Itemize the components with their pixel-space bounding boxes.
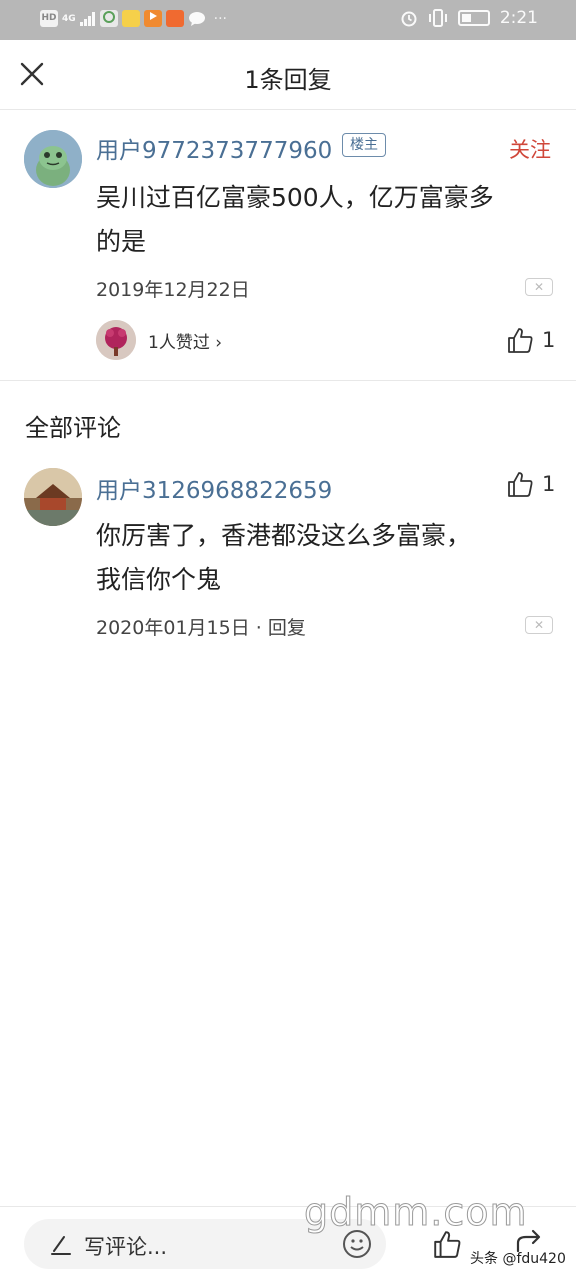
comment-date-reply[interactable]: 2020年01月15日 · 回复 [96,613,306,640]
pen-icon [51,1236,71,1255]
hd-indicator: HD [40,10,58,27]
dismiss-icon[interactable]: ✕ [525,616,553,634]
alarm-icon [401,11,417,27]
thumbs-up-icon[interactable] [506,470,534,498]
signal-icon [79,11,95,26]
vibrate-icon [428,9,447,27]
page-title: 1条回复 [244,66,332,94]
comment-like-count: 1 [542,472,556,496]
battery-icon [457,10,490,26]
like-button[interactable]: 1 [506,326,555,354]
avatar[interactable] [24,130,82,188]
reply-content-line: 吴川过百亿富豪500人，亿万富豪多 [96,183,494,212]
more-notifications: ··· [213,10,228,27]
source-credit: 头条 @fdu420 [470,1251,566,1267]
status-left-icons: HD 4G ··· [40,10,227,27]
comment-content: 你厉害了，香港都没这么多富豪， 我信你个鬼 [96,514,556,602]
status-bar: HD 4G ··· 2:21 [0,0,576,40]
reply-content-line: 的是 [96,227,147,256]
like-count: 1 [542,328,556,352]
thumbs-up-icon[interactable] [506,326,534,354]
network-type: 4G [62,13,76,24]
comment-username[interactable]: 用户3126968822659 [96,471,332,505]
header: 1条回复 [0,40,576,110]
owner-badge: 楼主 [342,133,386,157]
clock: 2:21 [499,8,538,28]
app-notification-icon [165,10,184,27]
avatar[interactable] [24,468,82,526]
comment-content-line: 你厉害了，香港都没这么多富豪， [96,521,472,550]
reply-content: 吴川过百亿富豪500人，亿万富豪多 的是 [96,176,556,264]
section-title: 全部评论 [25,414,121,442]
liker-avatar[interactable] [96,320,136,360]
follow-button[interactable]: 关注 [509,134,551,164]
status-right-icons: 2:21 [400,8,538,28]
divider [0,380,576,381]
watermark-text: gdmm.com [304,1190,528,1235]
chat-icon [188,11,205,26]
write-comment-placeholder: 写评论... [84,1235,168,1259]
reply-date: 2019年12月22日 [96,279,250,301]
app-notification-icon [99,10,118,27]
comment-content-line: 我信你个鬼 [96,565,222,594]
reply-username[interactable]: 用户9772373777960 [96,131,332,165]
app-notification-icon [121,10,140,27]
comment-like-button[interactable]: 1 [506,470,555,498]
likers-link[interactable]: 1人赞过 › [148,328,222,353]
video-app-icon [143,10,162,27]
dismiss-icon[interactable]: ✕ [525,278,553,296]
